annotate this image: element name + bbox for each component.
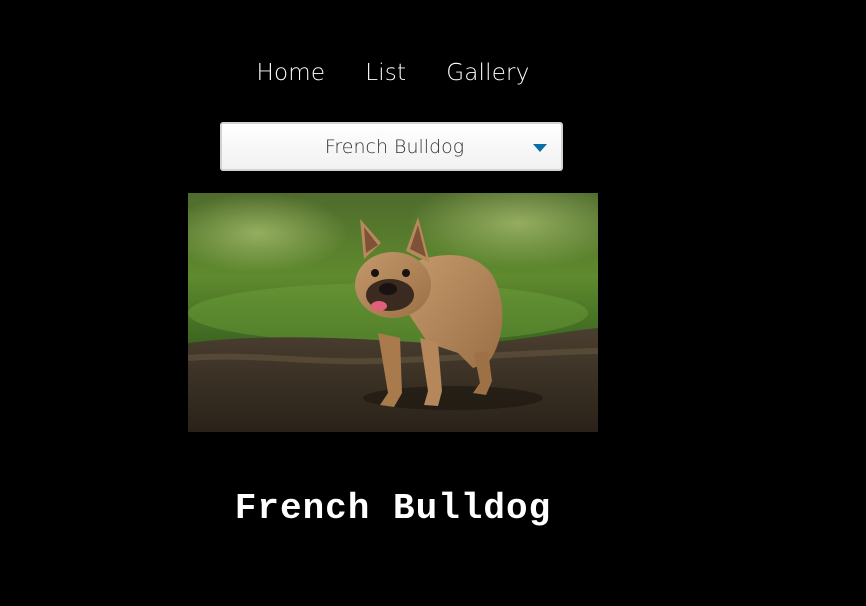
- breed-select[interactable]: French Bulldog: [220, 122, 563, 171]
- nav-link-home[interactable]: Home: [256, 58, 325, 88]
- breed-title: French Bulldog: [234, 488, 552, 530]
- top-nav: Home List Gallery: [0, 58, 786, 88]
- breed-select-value: French Bulldog: [324, 136, 465, 158]
- nav-link-list[interactable]: List: [365, 58, 406, 88]
- french-bulldog-image: [188, 193, 598, 432]
- chevron-down-icon: [533, 144, 547, 152]
- breed-photo: [188, 193, 598, 432]
- page: Home List Gallery French Bulldog French …: [0, 0, 866, 606]
- nav-link-gallery[interactable]: Gallery: [446, 58, 529, 88]
